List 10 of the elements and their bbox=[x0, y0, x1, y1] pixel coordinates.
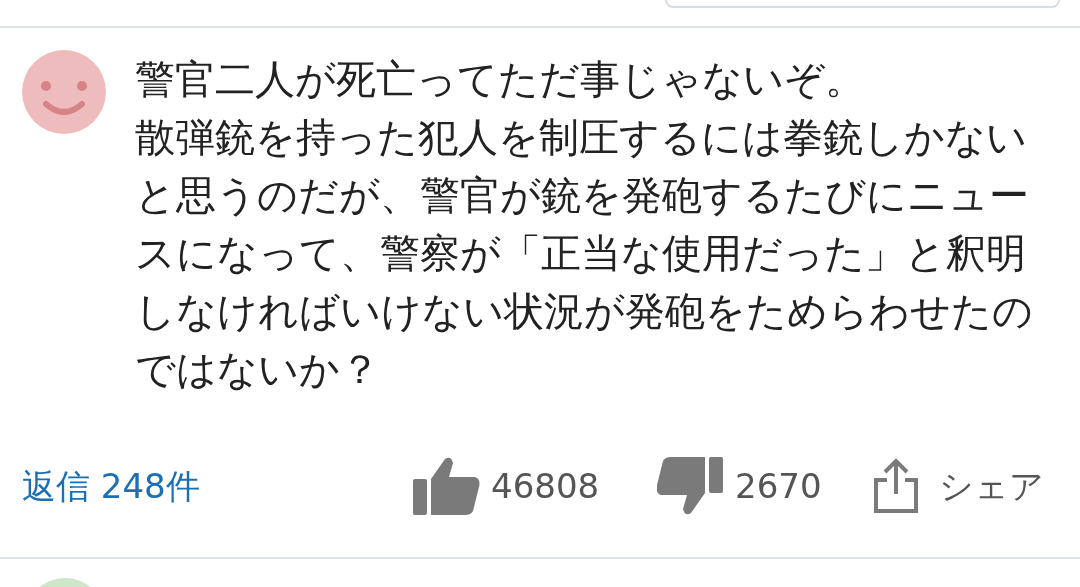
like-count: 46808 bbox=[491, 464, 600, 508]
avatar-icon bbox=[22, 50, 106, 134]
share-icon[interactable] bbox=[873, 458, 919, 514]
dislike-count: 2670 bbox=[735, 464, 822, 508]
thumbs-down-icon[interactable] bbox=[657, 455, 723, 517]
comment-text: 警官二人が死亡ってただ事じゃないぞ。 bbox=[135, 55, 866, 104]
thumbs-up-icon[interactable] bbox=[413, 455, 481, 517]
share-button[interactable]: シェア bbox=[939, 460, 1044, 512]
comment-text: 散弾銃を持った犯人を制圧するには拳銃しかないと思うのだが、警官が銃を発砲するたびにニュースになって、警察が「正当な使用だった」と釈明しなければいけない状況が発砲をためらわせたのではないか？ bbox=[135, 113, 1034, 394]
replies-link[interactable]: 返信 248件 bbox=[22, 460, 200, 512]
